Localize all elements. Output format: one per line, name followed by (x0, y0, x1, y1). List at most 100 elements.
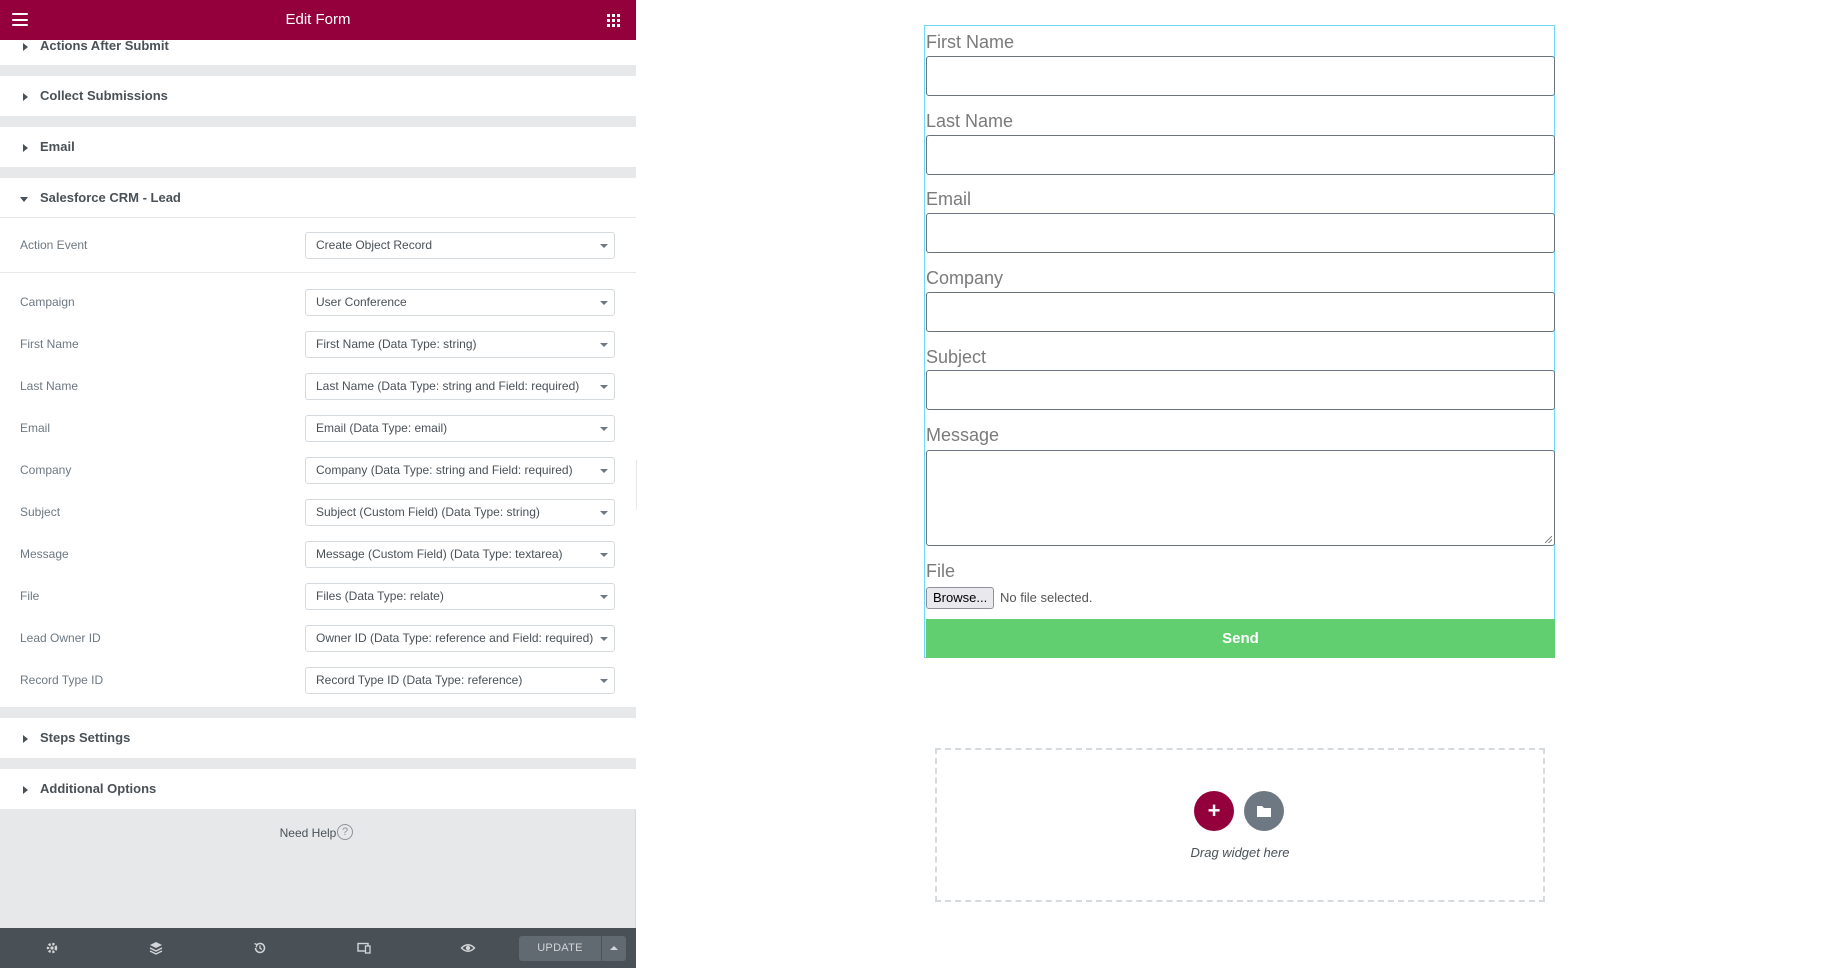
select-value: Record Type ID (Data Type: reference) (316, 673, 523, 687)
subject-label: Subject (926, 347, 987, 367)
panel-footer: UPDATE (0, 928, 636, 968)
template-library-folder-icon[interactable] (1244, 791, 1284, 831)
select-value: Message (Custom Field) (Data Type: texta… (316, 547, 563, 561)
control-label: File (20, 589, 40, 603)
last-name-select[interactable]: Last Name (Data Type: string and Field: … (305, 373, 615, 400)
lead-owner-id-select[interactable]: Owner ID (Data Type: reference and Field… (305, 625, 615, 652)
control-label: Lead Owner ID (20, 631, 101, 645)
section-header[interactable]: Collect Submissions (0, 76, 636, 116)
control-subject: Subject Subject (Custom Field) (Data Typ… (0, 491, 636, 533)
chevron-right-icon (23, 144, 28, 152)
section-header[interactable]: Salesforce CRM - Lead (0, 178, 636, 218)
email-input[interactable] (926, 213, 1555, 253)
settings-gear-icon[interactable] (44, 940, 60, 956)
panel-content[interactable]: Actions After Submit Collect Submissions… (0, 40, 636, 928)
drop-zone[interactable]: + Drag widget here (935, 748, 1545, 902)
control-email: Email Email (Data Type: email) (0, 407, 636, 449)
file-label: File (926, 561, 956, 581)
select-value: First Name (Data Type: string) (316, 337, 477, 351)
editor-panel: Edit Form Actions After Submit Collect S… (0, 0, 636, 968)
select-value: Files (Data Type: relate) (316, 589, 444, 603)
section-additional-options[interactable]: Additional Options (0, 769, 636, 810)
control-first-name: First Name First Name (Data Type: string… (0, 323, 636, 365)
control-label: Campaign (20, 295, 75, 309)
file-select[interactable]: Files (Data Type: relate) (305, 583, 615, 610)
message-select[interactable]: Message (Custom Field) (Data Type: texta… (305, 541, 615, 568)
chevron-right-icon (23, 786, 28, 794)
first-name-label: First Name (926, 32, 1015, 52)
action-event-select[interactable]: Create Object Record (305, 232, 615, 259)
caret-down-icon (600, 427, 608, 431)
section-collect-submissions[interactable]: Collect Submissions (0, 76, 636, 117)
section-actions-after-submit[interactable]: Actions After Submit (0, 40, 636, 66)
chevron-right-icon (23, 93, 28, 101)
add-section-plus-icon[interactable]: + (1194, 791, 1234, 831)
message-textarea[interactable] (926, 450, 1555, 546)
preview-eye-icon[interactable] (460, 940, 476, 956)
control-label: Message (20, 547, 69, 561)
subject-input[interactable] (926, 370, 1555, 410)
caret-down-icon (600, 385, 608, 389)
browse-button[interactable]: Browse... (926, 587, 995, 609)
need-help-text: Need Help (279, 826, 337, 840)
caret-down-icon (600, 469, 608, 473)
form-widget[interactable]: First Name Last Name Email Company Subje… (924, 25, 1555, 658)
control-label: Record Type ID (20, 673, 104, 687)
widgets-grid-icon[interactable] (607, 14, 620, 27)
control-label: Email (20, 421, 51, 435)
folder-icon (1257, 806, 1271, 817)
chevron-right-icon (23, 43, 28, 51)
select-value: Company (Data Type: string and Field: re… (316, 463, 573, 477)
update-button[interactable]: UPDATE (519, 936, 601, 961)
caret-down-icon (600, 244, 608, 248)
email-label: Email (926, 189, 972, 209)
send-button[interactable]: Send (926, 619, 1555, 658)
record-type-id-select[interactable]: Record Type ID (Data Type: reference) (305, 667, 615, 694)
company-input[interactable] (926, 292, 1555, 332)
section-title: Steps Settings (40, 730, 131, 745)
company-select[interactable]: Company (Data Type: string and Field: re… (305, 457, 615, 484)
control-campaign: Campaign User Conference (0, 281, 636, 323)
select-value: Owner ID (Data Type: reference and Field… (316, 631, 594, 645)
email-select[interactable]: Email (Data Type: email) (305, 415, 615, 442)
section-title: Salesforce CRM - Lead (40, 190, 181, 205)
control-lead-owner-id: Lead Owner ID Owner ID (Data Type: refer… (0, 617, 636, 659)
control-file: File Files (Data Type: relate) (0, 575, 636, 617)
control-label: Subject (20, 505, 61, 519)
caret-down-icon (600, 343, 608, 347)
responsive-mode-icon[interactable] (356, 940, 372, 956)
section-header[interactable]: Actions After Submit (0, 40, 636, 65)
editor-app: Edit Form Actions After Submit Collect S… (0, 0, 1846, 968)
help-icon: ? (337, 824, 353, 840)
control-record-type-id: Record Type ID Record Type ID (Data Type… (0, 659, 636, 701)
control-message: Message Message (Custom Field) (Data Typ… (0, 533, 636, 575)
history-icon[interactable] (252, 940, 268, 956)
navigator-layers-icon[interactable] (148, 940, 164, 956)
last-name-label: Last Name (926, 111, 1014, 131)
section-header[interactable]: Email (0, 127, 636, 167)
first-name-select[interactable]: First Name (Data Type: string) (305, 331, 615, 358)
campaign-select[interactable]: User Conference (305, 289, 615, 316)
select-value: Last Name (Data Type: string and Field: … (316, 379, 580, 393)
need-help-link[interactable]: Need Help ? (0, 824, 636, 840)
select-value: Create Object Record (316, 238, 433, 252)
section-header[interactable]: Steps Settings (0, 718, 636, 758)
update-options-caret-icon[interactable] (602, 936, 626, 961)
last-name-input[interactable] (926, 135, 1555, 175)
select-value: Subject (Custom Field) (Data Type: strin… (316, 505, 540, 519)
no-file-text: No file selected. (1000, 590, 1093, 605)
caret-down-icon (600, 511, 608, 515)
caret-down-icon (600, 553, 608, 557)
caret-down-icon (600, 595, 608, 599)
chevron-down-icon (20, 197, 28, 202)
panel-header: Edit Form (0, 0, 636, 40)
subject-select[interactable]: Subject (Custom Field) (Data Type: strin… (305, 499, 615, 526)
caret-down-icon (600, 679, 608, 683)
section-title: Collect Submissions (40, 88, 168, 103)
section-steps-settings[interactable]: Steps Settings (0, 718, 636, 759)
first-name-input[interactable] (926, 56, 1555, 96)
section-header[interactable]: Additional Options (0, 769, 636, 809)
control-label: Company (20, 463, 72, 477)
caret-down-icon (600, 301, 608, 305)
section-email[interactable]: Email (0, 127, 636, 168)
